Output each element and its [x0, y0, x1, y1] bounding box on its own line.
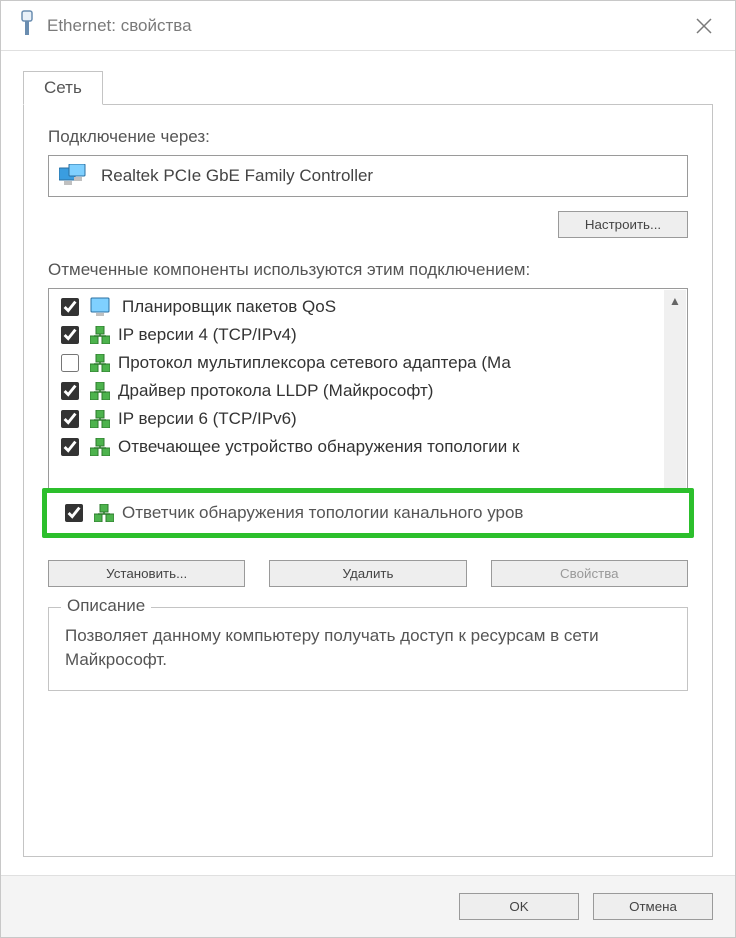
window-title: Ethernet: свойства [47, 16, 192, 36]
scroll-left-icon[interactable]: ◀ [50, 514, 72, 534]
protocol-icon [90, 410, 110, 428]
list-item[interactable]: Отвечающее устройство обнаружения тополо… [57, 433, 665, 461]
protocol-icon [90, 326, 110, 344]
dialog-body: Сеть Подключение через: Realtek PCIe GbE… [1, 51, 735, 875]
component-checkbox[interactable] [61, 354, 79, 372]
vertical-scrollbar[interactable]: ▲ ▼ [664, 290, 686, 513]
close-button[interactable] [681, 5, 727, 47]
horizontal-scrollbar[interactable]: ◀ ▶ [50, 514, 664, 534]
properties-button[interactable]: Свойства [491, 560, 688, 587]
list-item[interactable]: IP версии 6 (TCP/IPv6) [57, 405, 665, 433]
list-item[interactable]: Протокол мультиплексора сетевого адаптер… [57, 349, 665, 377]
titlebar: Ethernet: свойства [1, 1, 735, 51]
description-text: Позволяет данному компьютеру получать до… [65, 624, 671, 672]
description-legend: Описание [61, 596, 151, 616]
adapter-name: Realtek PCIe GbE Family Controller [101, 166, 373, 186]
protocol-icon [90, 354, 110, 372]
tab-label: Сеть [44, 78, 82, 97]
tab-content: Подключение через: Realtek PCIe GbE Fami… [23, 105, 713, 857]
cancel-button[interactable]: Отмена [593, 893, 713, 920]
component-label: Отвечающее устройство обнаружения тополо… [118, 437, 519, 457]
component-label: IP версии 4 (TCP/IPv4) [118, 325, 297, 345]
monitor-icon [90, 297, 114, 317]
components-label: Отмеченные компоненты используются этим … [48, 260, 688, 280]
component-label: Драйвер протокола LLDP (Майкрософт) [118, 381, 433, 401]
adapter-box: Realtek PCIe GbE Family Controller [48, 155, 688, 197]
protocol-icon [90, 382, 110, 400]
component-label: Протокол мультиплексора сетевого адаптер… [118, 353, 511, 373]
ok-button[interactable]: OK [459, 893, 579, 920]
list-item[interactable]: IP версии 4 (TCP/IPv4) [57, 321, 665, 349]
ethernet-icon [17, 10, 37, 41]
scroll-up-icon[interactable]: ▲ [664, 290, 686, 312]
component-label: IP версии 6 (TCP/IPv6) [118, 409, 297, 429]
description-group: Описание Позволяет данному компьютеру по… [48, 607, 688, 691]
properties-window: Ethernet: свойства Сеть Подключение чере… [0, 0, 736, 938]
component-label: Планировщик пакетов QoS [122, 297, 336, 317]
component-checkbox[interactable] [61, 298, 79, 316]
component-checkbox[interactable] [61, 438, 79, 456]
tabs: Сеть [23, 67, 713, 105]
component-checkbox[interactable] [61, 410, 79, 428]
list-item[interactable]: Планировщик пакетов QoS [57, 293, 665, 321]
scroll-down-icon[interactable]: ▼ [664, 491, 686, 513]
component-checkbox[interactable] [61, 382, 79, 400]
dialog-footer: OK Отмена [1, 875, 735, 937]
install-button[interactable]: Установить... [48, 560, 245, 587]
tab-network[interactable]: Сеть [23, 71, 103, 105]
configure-button[interactable]: Настроить... [558, 211, 688, 238]
component-actions: Установить... Удалить Свойства [48, 560, 688, 587]
component-checkbox[interactable] [61, 326, 79, 344]
connection-label: Подключение через: [48, 127, 688, 147]
list-item[interactable]: Драйвер протокола LLDP (Майкрософт) [57, 377, 665, 405]
components-listbox[interactable]: Планировщик пакетов QoS IP версии 4 (TCP/… [48, 288, 688, 536]
protocol-icon [90, 438, 110, 456]
scroll-right-icon[interactable]: ▶ [642, 514, 664, 534]
remove-button[interactable]: Удалить [269, 560, 466, 587]
network-adapter-icon [59, 164, 89, 188]
